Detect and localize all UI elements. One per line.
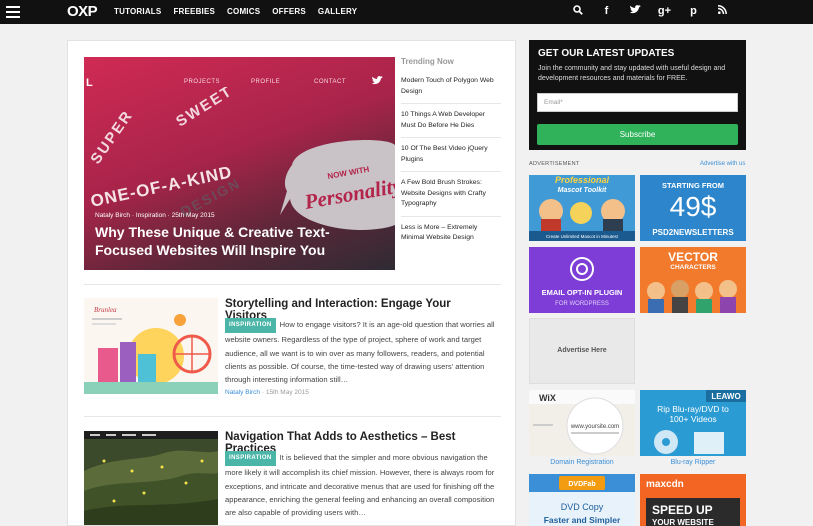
ad-mascot-toolkit[interactable]: Professional Mascot Toolkit Create Unlim… xyxy=(529,175,635,241)
trending-item[interactable]: A Few Bold Brush Strokes: Website Design… xyxy=(401,178,501,217)
ad-maxcdn-line2: YOUR WEBSITE xyxy=(652,518,714,526)
ad-optin-line1: EMAIL OPT-IN PLUGIN xyxy=(542,288,623,297)
article-author[interactable]: Nataly Birch xyxy=(225,389,260,396)
ad-mascot-footer: Create Unlimited Mascot in Minutes! xyxy=(546,234,618,239)
ad-mascot-line1: Professional xyxy=(555,175,610,185)
nav-link-comics[interactable]: COMICS xyxy=(227,7,260,16)
ad-vector-line1: VECTOR xyxy=(668,250,718,264)
advertise-here-label: Advertise Here xyxy=(557,347,607,354)
subscribe-button[interactable]: Subscribe xyxy=(537,124,738,145)
category-badge[interactable]: INSPIRATION xyxy=(225,451,276,467)
top-navbar: OXP TUTORIALS FREEBIES COMICS OFFERS GAL… xyxy=(0,0,813,24)
ad-dvdfab[interactable]: DVDFab DVD Copy Faster and Simpler xyxy=(529,474,635,526)
advertisement-label: ADVERTISEMENT xyxy=(529,161,580,167)
ad-psd2-brand: PSD2NEWSLETTERS xyxy=(652,228,734,237)
ad-vector-characters[interactable]: VECTOR CHARACTERS xyxy=(640,247,746,313)
ad-maxcdn[interactable]: maxcdn SPEED UP YOUR WEBSITE xyxy=(640,474,746,526)
social-icons: f g+ p xyxy=(563,5,737,18)
ad-leawo-bluray[interactable]: LEAWO Rip Blu-ray/DVD to 100+ Videos xyxy=(640,390,746,456)
ad-maxcdn-brand: maxcdn xyxy=(646,479,684,490)
trending-item[interactable]: Modern Touch of Polygon Web Design xyxy=(401,76,501,104)
ad-wix-caption[interactable]: Domain Registration xyxy=(529,459,635,466)
ad-wix-url: www.yoursite.com xyxy=(570,424,619,430)
hero-featured-post[interactable]: L PROJECTS PROFILE CONTACT SUPER SWEET O… xyxy=(84,57,395,270)
facebook-icon[interactable]: f xyxy=(592,5,621,18)
email-field[interactable]: Email* xyxy=(537,93,738,112)
hero-nav-profile: PROFILE xyxy=(251,79,281,85)
pinterest-icon[interactable]: p xyxy=(679,5,708,18)
ad-vector-line2: CHARACTERS xyxy=(670,264,716,271)
main-nav: TUTORIALS FREEBIES COMICS OFFERS GALLERY xyxy=(114,7,357,16)
article-card: Brunlea Storytelling and Interaction: En… xyxy=(84,298,501,398)
article-date: · 15th May 2015 xyxy=(261,389,309,396)
ad-leawo-caption[interactable]: Blu-ray Ripper xyxy=(640,459,746,466)
main-content: L PROJECTS PROFILE CONTACT SUPER SWEET O… xyxy=(67,40,516,526)
article-excerpt: INSPIRATION It is believed that the simpl… xyxy=(225,451,497,519)
nav-link-freebies[interactable]: FREEBIES xyxy=(173,7,215,16)
article-thumbnail[interactable]: Brunlea xyxy=(84,298,218,394)
ad-leawo-brand: LEAWO xyxy=(711,392,740,401)
article-byline: Nataly Birch · 15th May 2015 xyxy=(225,389,309,396)
newsletter-heading: GET OUR LATEST UPDATES xyxy=(538,48,675,59)
trending-heading: Trending Now xyxy=(401,57,454,66)
hero-title[interactable]: Why These Unique & Creative Text-Focused… xyxy=(95,223,385,259)
hero-nav-projects: PROJECTS xyxy=(184,79,221,85)
trending-item[interactable]: 10 Of The Best Video jQuery Plugins xyxy=(401,144,501,172)
article-card: Navigation That Adds to Aesthetics – Bes… xyxy=(84,431,501,525)
thumb-brand: Brunlea xyxy=(94,306,117,314)
ad-psd2-line1: STARTING FROM xyxy=(662,181,724,190)
advertise-with-us-link[interactable]: Advertise with us xyxy=(700,161,745,167)
ad-maxcdn-line1: SPEED UP xyxy=(652,503,713,517)
divider xyxy=(84,416,501,417)
rss-icon[interactable] xyxy=(708,5,737,18)
ad-psd2newsletters[interactable]: STARTING FROM 49$ PSD2NEWSLETTERS xyxy=(640,175,746,241)
nav-link-offers[interactable]: OFFERS xyxy=(272,7,306,16)
hero-art-word-super: SUPER xyxy=(87,107,136,167)
ad-psd2-price: 49$ xyxy=(670,191,717,222)
ad-dvdfab-brand: DVDFab xyxy=(568,481,595,488)
trending-item[interactable]: Less is More – Extremely Minimal Website… xyxy=(401,223,501,250)
ad-wix-brand: WiX xyxy=(539,393,556,403)
hero-meta: Nataly Birch · Inspiration · 25th May 20… xyxy=(95,212,215,219)
ad-leawo-line1: Rip Blu-ray/DVD to xyxy=(657,404,729,414)
ad-optin-line2: FOR WORDPRESS xyxy=(555,301,609,307)
ad-dvdfab-line1: DVD Copy xyxy=(561,502,604,512)
ad-mascot-line2: Mascot Toolkit xyxy=(558,187,607,194)
ad-leawo-line2: 100+ Videos xyxy=(669,414,716,424)
trending-now: Trending Now Modern Touch of Polygon Web… xyxy=(401,57,501,256)
ad-email-optin-plugin[interactable]: EMAIL OPT-IN PLUGIN FOR WORDPRESS xyxy=(529,247,635,313)
hero-nav-contact: CONTACT xyxy=(314,79,347,85)
nav-link-tutorials[interactable]: TUTORIALS xyxy=(114,7,161,16)
ad-placeholder[interactable]: Advertise Here xyxy=(529,318,635,384)
article-thumbnail[interactable] xyxy=(84,431,218,525)
search-icon[interactable] xyxy=(563,5,592,18)
article-excerpt: INSPIRATION How to engage visitors? It is… xyxy=(225,318,497,386)
newsletter-signup: GET OUR LATEST UPDATES Join the communit… xyxy=(529,40,746,150)
twitter-icon[interactable] xyxy=(621,5,650,18)
newsletter-text: Join the community and stay updated with… xyxy=(538,65,726,82)
ad-dvdfab-line2: Faster and Simpler xyxy=(544,515,621,525)
hero-art-word-sweet: SWEET xyxy=(173,87,236,130)
menu-icon[interactable] xyxy=(6,6,20,18)
category-badge[interactable]: INSPIRATION xyxy=(225,318,276,334)
divider xyxy=(84,284,501,285)
ad-wix-domain[interactable]: WiX www.yoursite.com xyxy=(529,390,635,456)
google-plus-icon[interactable]: g+ xyxy=(650,5,679,18)
trending-item[interactable]: 10 Things A Web Developer Must Do Before… xyxy=(401,110,501,138)
nav-link-gallery[interactable]: GALLERY xyxy=(318,7,357,16)
site-logo[interactable]: OXP xyxy=(67,3,98,20)
